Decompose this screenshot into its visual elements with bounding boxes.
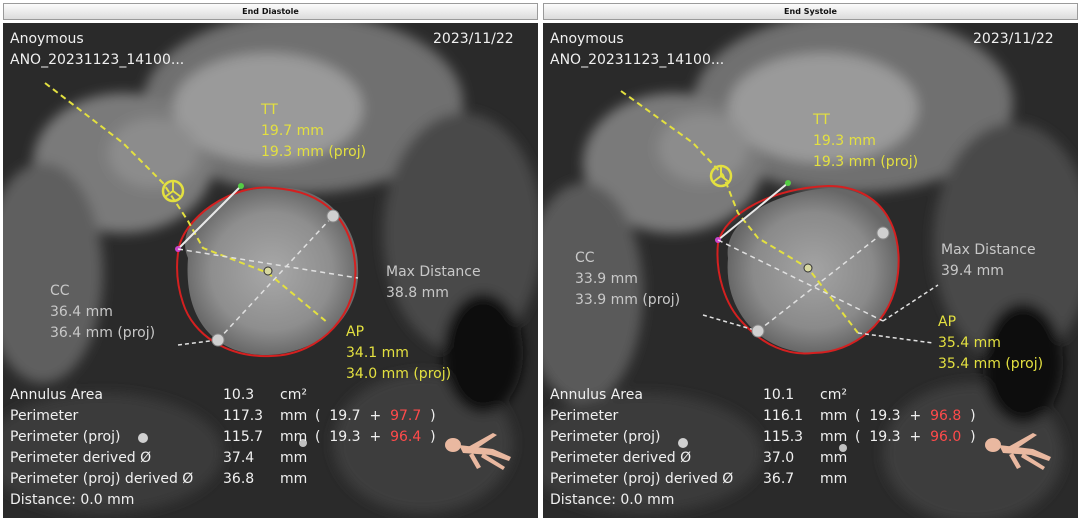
patient-name: Anoymous — [550, 31, 624, 47]
cc-label: CC — [50, 283, 70, 299]
study-date: 2023/11/22 — [973, 31, 1054, 47]
cc-proj-value: 33.9 mm (proj) — [575, 292, 681, 308]
tt-label: TT — [813, 112, 830, 128]
ct-image-view[interactable]: Anoymous ANO_20231123_14100... 2023/11/2… — [3, 23, 538, 518]
max-distance-value: 38.8 mm — [386, 285, 449, 301]
patient-name: Anoymous — [10, 31, 84, 47]
ct-image-view[interactable]: Anoymous ANO_20231123_14100... 2023/11/2… — [543, 23, 1078, 518]
ap-value: 35.4 mm — [938, 335, 1001, 351]
ap-value: 34.1 mm — [346, 345, 409, 361]
ap-proj-value: 34.0 mm (proj) — [346, 366, 452, 382]
tt-proj-value: 19.3 mm (proj) — [813, 154, 919, 170]
cc-proj-value: 36.4 mm (proj) — [50, 325, 156, 341]
ap-label: AP — [346, 324, 365, 340]
max-distance-value: 39.4 mm — [941, 263, 1004, 279]
cc-label: CC — [575, 250, 595, 266]
viewport-title: End Systole — [543, 3, 1078, 20]
viewport-end-systole[interactable]: End Systole Anoymous ANO_20231123_14100.… — [543, 3, 1078, 518]
max-distance-label: Max Distance — [386, 264, 481, 280]
patient-orientation-icon[interactable] — [973, 423, 1058, 473]
tt-label: TT — [261, 102, 278, 118]
patient-orientation-icon[interactable] — [433, 423, 518, 473]
study-date: 2023/11/22 — [433, 31, 514, 47]
tt-proj-value: 19.3 mm (proj) — [261, 144, 367, 160]
series-name: ANO_20231123_14100... — [10, 52, 185, 68]
viewport-end-diastole[interactable]: End Diastole Anoymous ANO_20231123_14100… — [3, 3, 538, 518]
cc-value: 36.4 mm — [50, 304, 113, 320]
series-name: ANO_20231123_14100... — [550, 52, 725, 68]
viewport-title: End Diastole — [3, 3, 538, 20]
tt-value: 19.3 mm — [813, 133, 876, 149]
ap-label: AP — [938, 314, 957, 330]
ap-proj-value: 35.4 mm (proj) — [938, 356, 1044, 372]
tt-value: 19.7 mm — [261, 123, 324, 139]
cc-value: 33.9 mm — [575, 271, 638, 287]
max-distance-label: Max Distance — [941, 242, 1036, 258]
